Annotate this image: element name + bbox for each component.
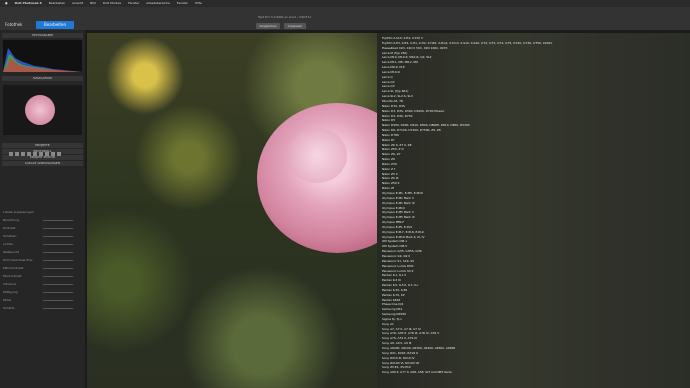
histogram-header[interactable]: HISTOGRAMM (2, 33, 83, 38)
toolbar: Test Dxl 3.0 RAW ex vivid – DSCF11 Fotot… (0, 7, 690, 38)
menu-dxo-module[interactable]: DxO Module (103, 1, 121, 5)
tab-photothek[interactable]: Fotothek (5, 22, 23, 27)
control-line-icon[interactable] (39, 152, 43, 156)
adjust-row[interactable]: Sättigung (3, 290, 82, 295)
menu-ansicht[interactable]: Ansicht (72, 1, 83, 5)
menu-fenster[interactable]: Fenster (128, 1, 139, 5)
rose-highlight (287, 128, 347, 183)
menu-app[interactable]: DxO PhotoLab 6 (15, 1, 42, 5)
adjust-row[interactable]: Feinkontrast (3, 274, 82, 279)
adjust-row[interactable]: Kontrast (3, 226, 82, 231)
local-tools (8, 142, 78, 156)
window-title: Test Dxl 3.0 RAW ex vivid – DSCF11 (258, 15, 312, 19)
adjust-row[interactable]: Schärfe (3, 306, 82, 311)
control-point-icon[interactable] (21, 152, 25, 156)
color-picker-icon[interactable] (51, 152, 55, 156)
luminance-icon[interactable] (45, 152, 49, 156)
photo-canvas[interactable] (87, 33, 377, 388)
left-panel: HISTOGRAMM NAVIGATION PROJEKTE PROTOKOLL… (0, 30, 85, 388)
menu-hilfe[interactable]: Hilfe (195, 1, 202, 5)
adjust-row: Lokale Anpassungen (3, 210, 34, 214)
adjust-row[interactable]: DxO ClearView Plus (3, 258, 82, 263)
adjust-row[interactable]: Belichtung (3, 218, 82, 223)
adjust-row[interactable]: Farbe (3, 298, 82, 303)
zoom-select[interactable]: Anpassen (284, 23, 306, 29)
adjust-row[interactable]: Lichter (3, 242, 82, 247)
adjust-row[interactable]: Schatten (3, 234, 82, 239)
adjust-row[interactable]: Mikrokontrast (3, 266, 82, 271)
brush-icon[interactable] (9, 152, 13, 156)
delete-icon[interactable] (57, 152, 61, 156)
adjust-row[interactable]: Weißpunkt (3, 250, 82, 255)
navigation-header[interactable]: NAVIGATION (2, 76, 83, 81)
camera-list: Fujifilm X-S10, X-E4, X-T30 II Fujifilm X… (382, 36, 682, 375)
camera-list-item: Sony A99 II, A77 II, A68, A58, SLT and N… (382, 370, 452, 375)
preview-rose (25, 95, 55, 125)
gradient-icon[interactable] (15, 152, 19, 156)
menu-bild[interactable]: Bild (90, 1, 96, 5)
apple-icon[interactable]: ● (5, 1, 8, 5)
menu-bearbeiten[interactable]: Bearbeiten (49, 1, 65, 5)
adjust-row[interactable]: Vibrance (3, 282, 82, 287)
menu-fenster-2[interactable]: Fenster (177, 1, 188, 5)
histogram-graph (3, 48, 82, 72)
menu-arbeitsbereiche[interactable]: Arbeitsbereiche (146, 1, 170, 5)
section-lokale-anpassungen[interactable]: LOKALE ANPASSUNGEN (2, 161, 83, 166)
compare-button[interactable]: Vergleichen (256, 23, 280, 29)
eraser-icon[interactable] (27, 152, 31, 156)
menubar: ● DxO PhotoLab 6 Bearbeiten Ansicht Bild… (0, 0, 690, 7)
tab-bearbeiten[interactable]: Bearbeiten (36, 21, 74, 29)
navigation-preview[interactable] (3, 85, 82, 135)
histogram (3, 40, 82, 72)
auto-mask-icon[interactable] (33, 152, 37, 156)
